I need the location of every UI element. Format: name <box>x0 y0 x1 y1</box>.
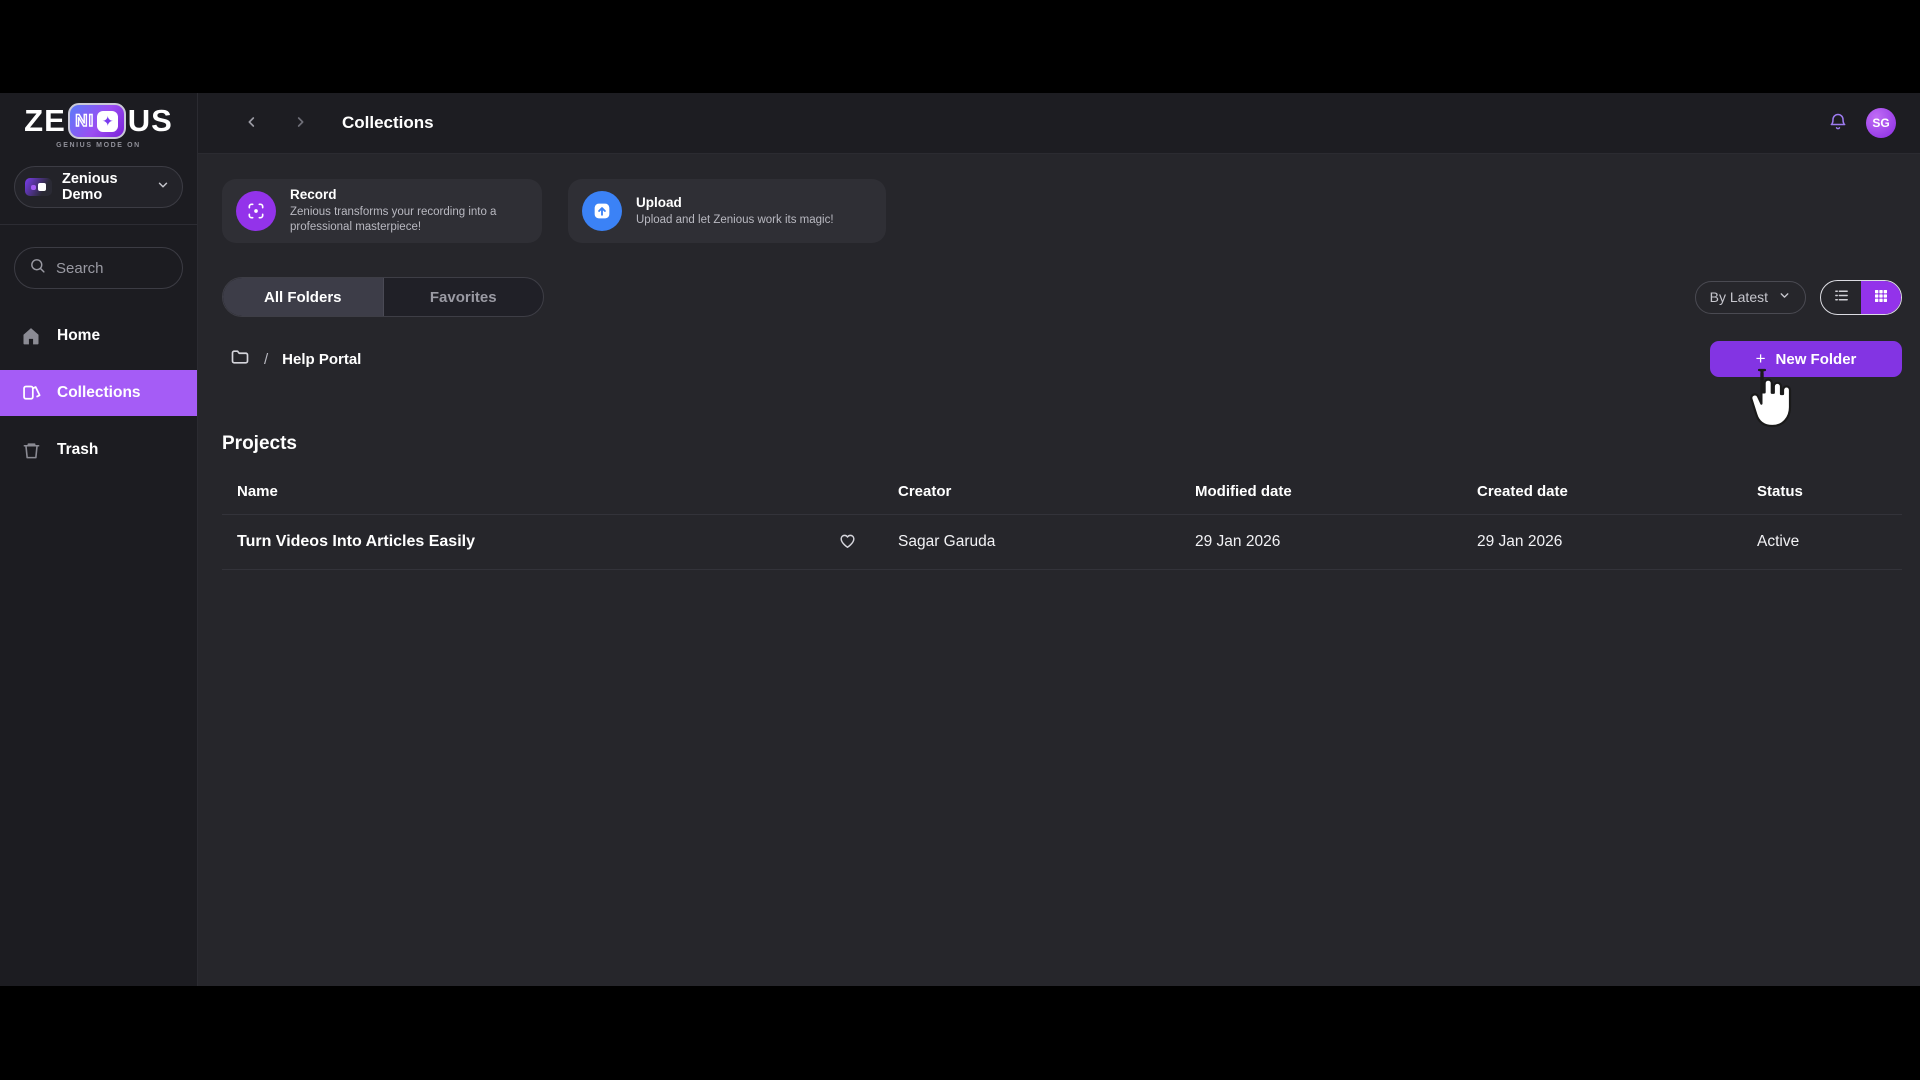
plus-icon: + <box>1756 349 1766 369</box>
search-input[interactable] <box>56 260 166 277</box>
screen: ZE NI ✦ US GENIUS MODE ON Zenious Demo <box>0 0 1920 1080</box>
breadcrumb-separator: / <box>264 351 268 368</box>
workspace-logo-icon <box>25 178 52 196</box>
record-card[interactable]: Record Zenious transforms your recording… <box>222 179 542 243</box>
column-header-creator: Creator <box>883 483 1180 500</box>
breadcrumb-row: / Help Portal + New Folder <box>222 341 1902 377</box>
logo-badge: NI ✦ <box>68 103 126 139</box>
brand-logo: ZE NI ✦ US GENIUS MODE ON <box>24 103 173 149</box>
sort-dropdown[interactable]: By Latest <box>1695 281 1806 314</box>
sidebar-nav: Home Collections Trash <box>0 317 197 469</box>
project-name: Turn Videos Into Articles Easily <box>237 533 475 551</box>
brand-tagline: GENIUS MODE ON <box>24 142 173 149</box>
trash-icon <box>20 441 42 460</box>
sidebar-item-label: Trash <box>57 441 98 459</box>
folder-tabs: All Folders Favorites <box>222 277 544 317</box>
list-view-button[interactable] <box>1821 281 1861 314</box>
search-icon <box>29 257 46 279</box>
chevron-down-icon <box>1778 289 1791 305</box>
breadcrumb: / Help Portal <box>230 347 361 372</box>
column-header-modified: Modified date <box>1180 483 1462 500</box>
upload-icon <box>582 191 622 231</box>
workspace-selector[interactable]: Zenious Demo <box>14 166 183 208</box>
home-icon <box>20 326 42 346</box>
quick-actions: Record Zenious transforms your recording… <box>222 179 1902 243</box>
sparkle-icon: ✦ <box>102 114 114 128</box>
bell-icon <box>1828 112 1848 135</box>
column-header-created: Created date <box>1462 483 1742 500</box>
logo-text-ni: NI <box>75 111 94 131</box>
record-subtitle: Zenious transforms your recording into a… <box>290 205 528 235</box>
workspace-name: Zenious Demo <box>62 171 156 203</box>
back-button[interactable] <box>240 110 264 137</box>
sidebar-item-label: Home <box>57 327 100 345</box>
projects-table: Name Creator Modified date Created date … <box>222 483 1902 570</box>
filter-row: All Folders Favorites By Latest <box>222 277 1902 317</box>
list-view-icon <box>1833 287 1850 307</box>
search-field[interactable] <box>14 247 183 289</box>
project-modified-date: 29 Jan 2026 <box>1180 533 1462 551</box>
content-area: Record Zenious transforms your recording… <box>198 154 1920 986</box>
logo-sparkle-box: ✦ <box>97 111 118 132</box>
sidebar-divider <box>0 224 197 225</box>
grid-view-icon <box>1873 288 1889 307</box>
avatar[interactable]: SG <box>1866 108 1896 138</box>
record-icon <box>236 191 276 231</box>
column-header-status: Status <box>1742 483 1902 500</box>
sidebar-item-home[interactable]: Home <box>0 317 197 355</box>
logo-text-ze: ZE <box>24 103 66 139</box>
chevron-down-icon <box>156 178 170 197</box>
view-toggle <box>1820 280 1902 315</box>
upload-title: Upload <box>636 195 834 210</box>
projects-heading: Projects <box>222 433 1902 455</box>
heart-icon <box>838 531 857 553</box>
chevron-right-icon <box>292 114 308 133</box>
logo-text-us: US <box>128 103 173 139</box>
folder-icon[interactable] <box>230 347 250 372</box>
collections-icon <box>20 383 42 404</box>
sidebar: ZE NI ✦ US GENIUS MODE ON Zenious Demo <box>0 93 198 986</box>
tab-favorites[interactable]: Favorites <box>384 278 544 316</box>
main-column: Collections SG <box>198 93 1920 986</box>
chevron-left-icon <box>244 114 260 133</box>
sort-label: By Latest <box>1710 289 1768 305</box>
sidebar-item-label: Collections <box>57 384 141 402</box>
upload-card[interactable]: Upload Upload and let Zenious work its m… <box>568 179 886 243</box>
favorite-button[interactable] <box>838 531 857 553</box>
forward-button[interactable] <box>288 110 312 137</box>
new-folder-button[interactable]: + New Folder <box>1710 341 1902 377</box>
top-header: Collections SG <box>198 93 1920 154</box>
grid-view-button[interactable] <box>1861 281 1901 314</box>
table-row[interactable]: Turn Videos Into Articles Easily Sagar G… <box>222 515 1902 570</box>
column-header-name: Name <box>222 483 883 500</box>
table-header-row: Name Creator Modified date Created date … <box>222 483 1902 515</box>
record-title: Record <box>290 187 528 202</box>
breadcrumb-current[interactable]: Help Portal <box>282 351 361 368</box>
sidebar-item-collections[interactable]: Collections <box>0 370 197 416</box>
project-creator: Sagar Garuda <box>883 533 1180 551</box>
app-window: ZE NI ✦ US GENIUS MODE ON Zenious Demo <box>0 93 1920 986</box>
tab-all-folders[interactable]: All Folders <box>223 278 383 316</box>
notifications-button[interactable] <box>1828 112 1848 135</box>
project-created-date: 29 Jan 2026 <box>1462 533 1742 551</box>
project-status: Active <box>1742 533 1902 551</box>
new-folder-label: New Folder <box>1776 351 1857 368</box>
upload-subtitle: Upload and let Zenious work its magic! <box>636 213 834 228</box>
sidebar-item-trash[interactable]: Trash <box>0 431 197 469</box>
page-title: Collections <box>342 113 434 133</box>
